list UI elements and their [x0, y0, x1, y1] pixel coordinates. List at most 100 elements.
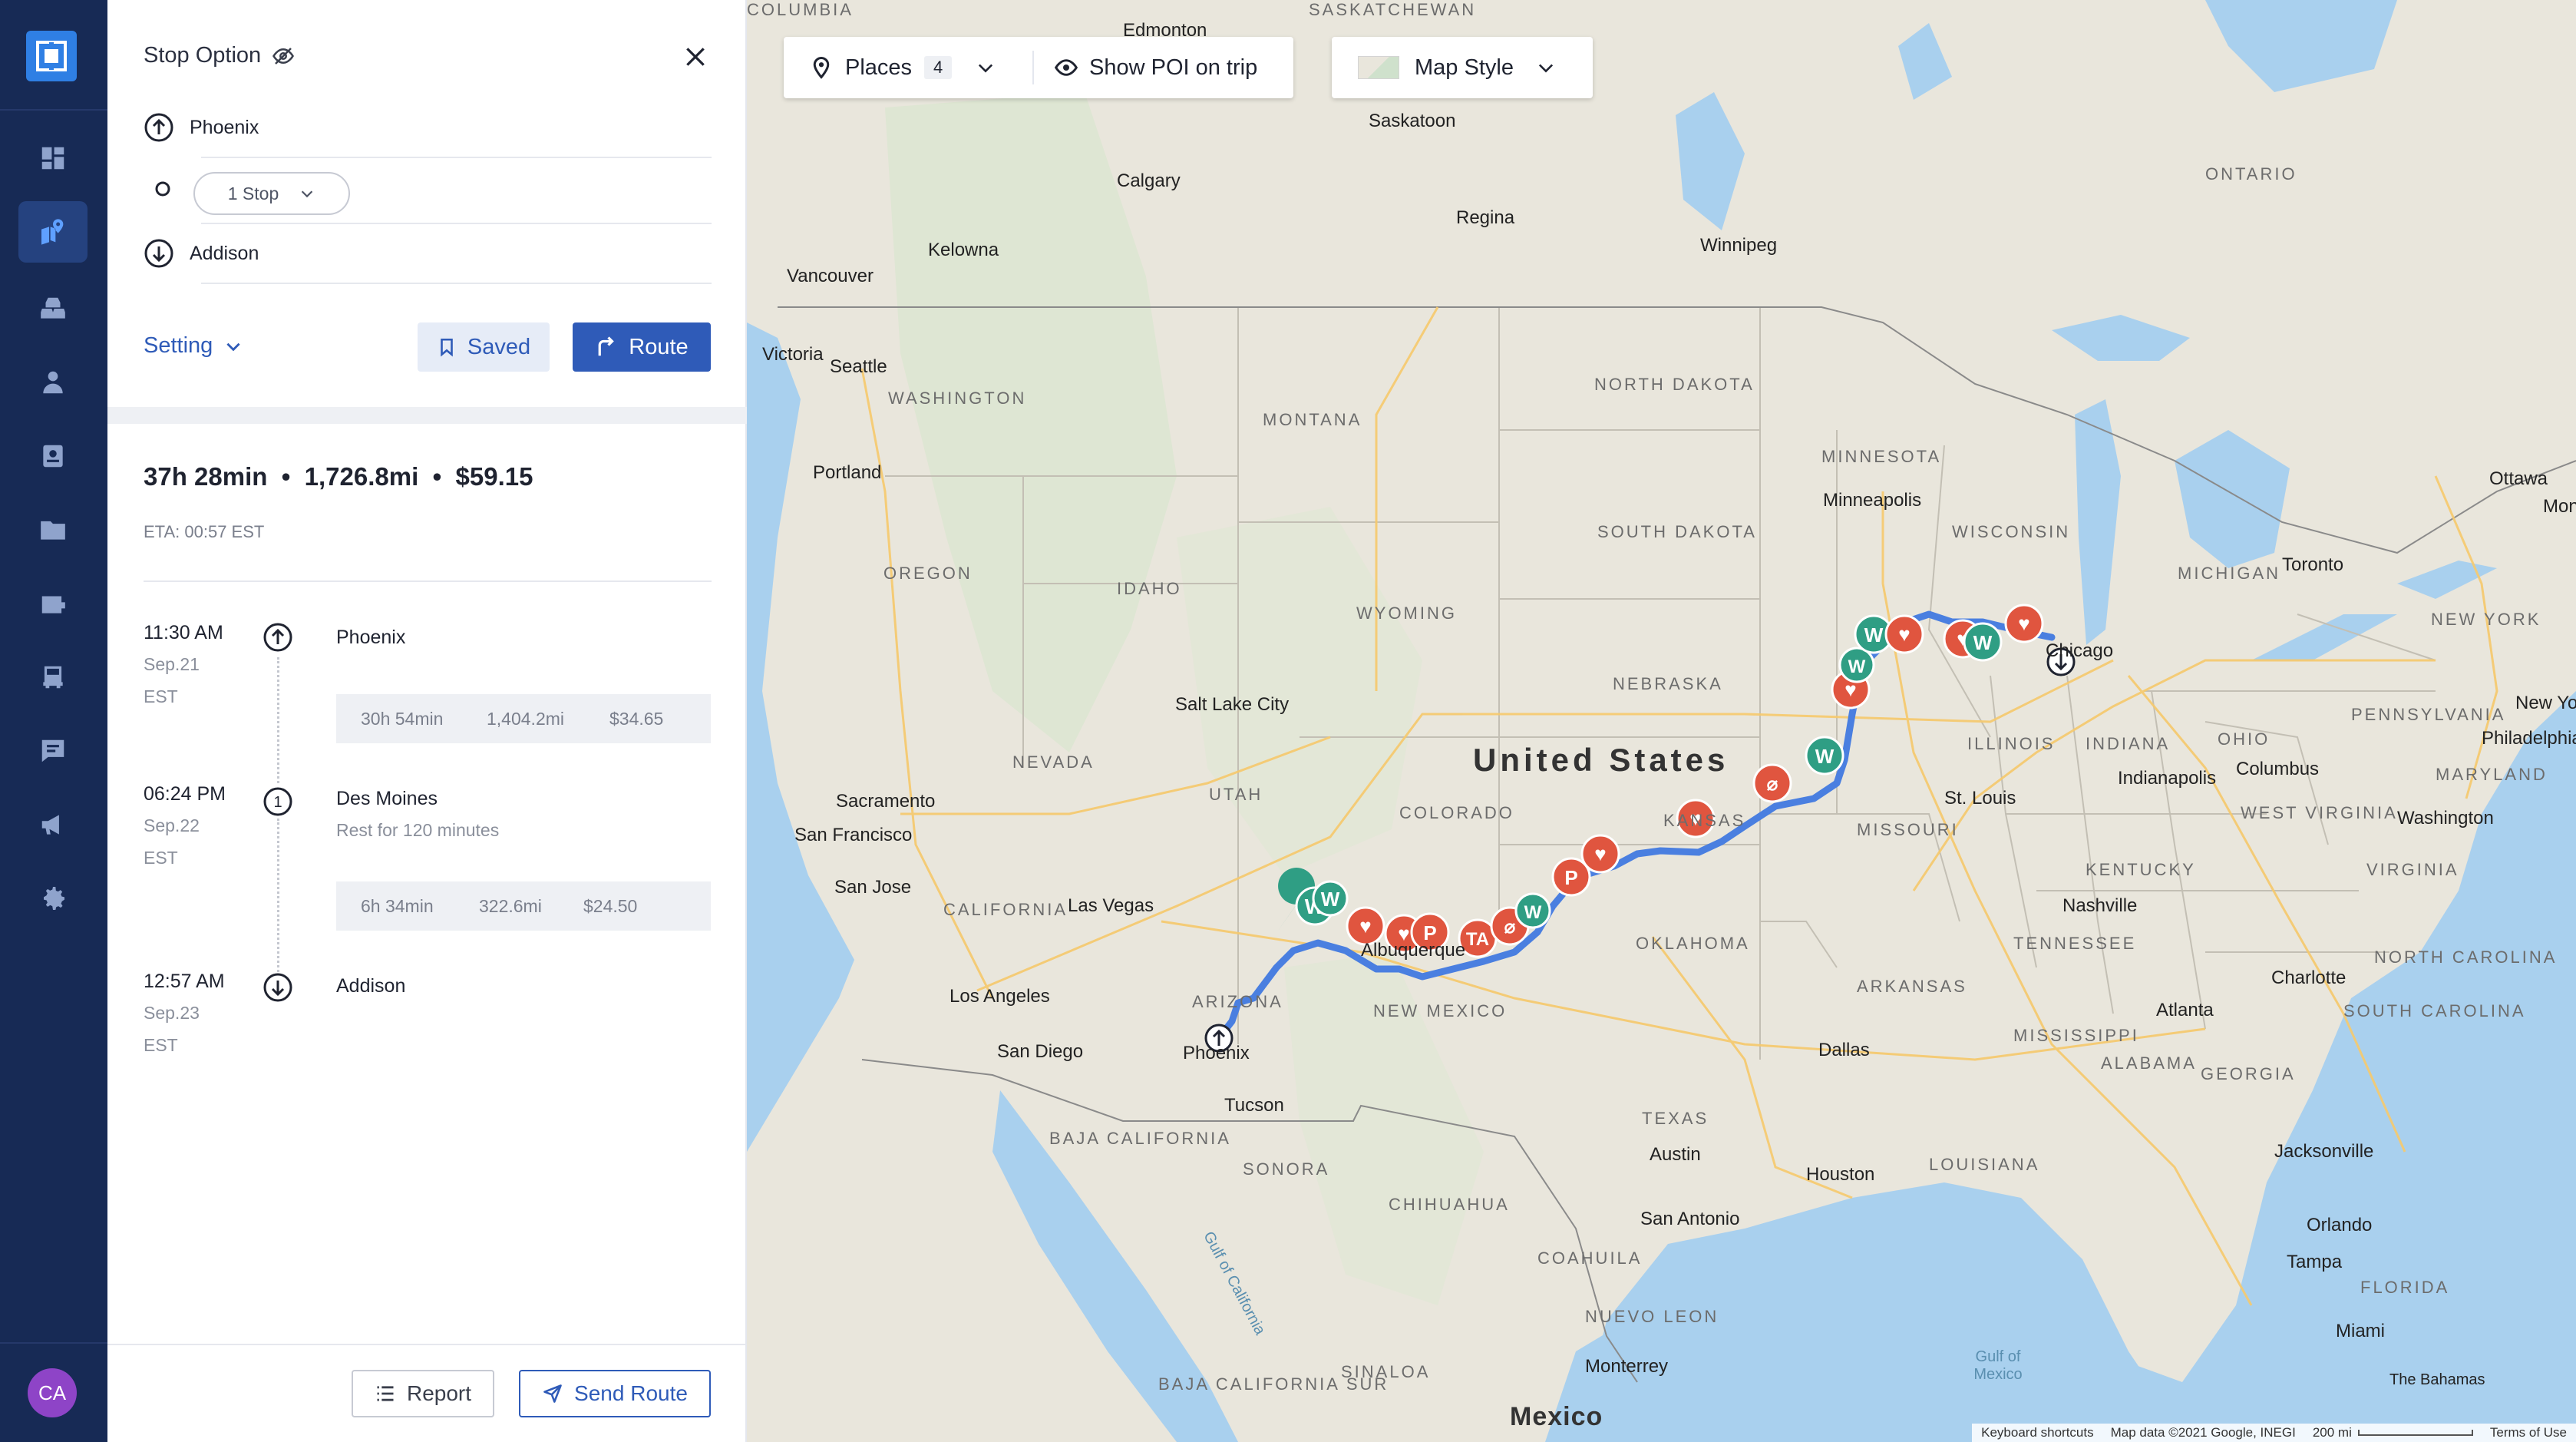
- dashboard-icon: [41, 147, 64, 170]
- places-label: Places: [845, 55, 913, 80]
- svg-text:W: W: [1815, 745, 1835, 768]
- nav-bottom-divider: [0, 1342, 107, 1344]
- map-city: Toronto: [2282, 554, 2344, 575]
- map-label: IDAHO: [1117, 579, 1182, 598]
- nav-route-planner[interactable]: [18, 201, 88, 263]
- saved-label: Saved: [467, 334, 531, 359]
- map-city: Miami: [2336, 1321, 2385, 1341]
- map-city: St. Louis: [1944, 788, 2016, 809]
- map-label: GEORGIA: [2201, 1064, 2296, 1083]
- poi-pin-wash[interactable]: W: [1805, 736, 1844, 776]
- summary-cost: $59.15: [455, 462, 533, 491]
- timeline-date: Sep.22: [144, 815, 200, 835]
- map-city: Winnipeg: [1700, 235, 1778, 256]
- nav-trucks[interactable]: [18, 647, 88, 708]
- nav-contacts[interactable]: [18, 425, 88, 487]
- poi-pin-wash[interactable]: W: [1963, 622, 2003, 662]
- nav-folder[interactable]: [18, 499, 88, 561]
- svg-text:W: W: [1321, 888, 1340, 911]
- nav-broadcast[interactable]: [18, 794, 88, 855]
- map-style-thumbnail: [1358, 56, 1399, 79]
- route-label: Route: [629, 334, 689, 359]
- poi-pin-favorite[interactable]: ♥: [1346, 906, 1385, 946]
- map-label: COLORADO: [1399, 803, 1514, 822]
- destination-arrow-down-icon: [144, 239, 173, 268]
- stops-dropdown[interactable]: 1 Stop: [193, 172, 350, 215]
- map-label: INDIANA: [2086, 734, 2171, 753]
- user-avatar[interactable]: CA: [28, 1368, 77, 1417]
- nav-fleet[interactable]: [18, 278, 88, 339]
- summary-distance: 1,726.8mi: [304, 462, 419, 491]
- map-city: Las Vegas: [1068, 895, 1154, 916]
- svg-text:♥: ♥: [1898, 623, 1910, 646]
- poi-pin-favorite[interactable]: ♥: [2004, 604, 2044, 643]
- app-logo[interactable]: [26, 31, 77, 81]
- send-route-label: Send Route: [574, 1381, 688, 1405]
- summary-bullet: •: [274, 462, 305, 491]
- places-dropdown[interactable]: Places 4: [784, 55, 1032, 81]
- map-city: Albuquerque: [1361, 940, 1466, 961]
- map-city: San Francisco: [794, 825, 913, 845]
- origin-arrow-up-icon: [144, 113, 173, 142]
- map-city: Saskatoon: [1369, 111, 1456, 131]
- contacts-icon: [43, 445, 63, 468]
- close-panel-button[interactable]: [677, 38, 714, 75]
- route-planner-icon: [41, 219, 64, 245]
- nav-dashboard[interactable]: [18, 127, 88, 189]
- map-city: Nashville: [2062, 895, 2138, 916]
- map-style-dropdown[interactable]: Map Style: [1332, 37, 1593, 98]
- summary-duration: 37h 28min: [144, 462, 268, 491]
- send-route-button[interactable]: Send Route: [519, 1370, 711, 1417]
- map-label: WISCONSIN: [1952, 522, 2071, 541]
- poi-pin-fuel[interactable]: ⌀: [1752, 763, 1792, 803]
- map-city: Houston: [1806, 1164, 1875, 1185]
- poi-pin-wash[interactable]: W: [1514, 892, 1551, 929]
- map-view[interactable]: W W ♥ ♥ P TA ⌀ W P ♥ ♥ ⌀ W ♥ W W ♥ ♥ W ♥…: [747, 0, 2576, 1442]
- chevron-down-icon: [302, 190, 313, 198]
- map-scale: 200 mi: [2313, 1425, 2473, 1440]
- map-city: Seattle: [830, 356, 887, 377]
- map-style-label: Map Style: [1415, 55, 1514, 80]
- section-separator: [107, 407, 747, 424]
- map-city: Kelowna: [928, 240, 999, 260]
- poi-pin-wash[interactable]: W: [1312, 880, 1349, 917]
- map-label: OREGON: [883, 564, 973, 583]
- timeline-time: 11:30 AM: [144, 622, 223, 643]
- timeline-stop-note: Rest for 120 minutes: [336, 820, 500, 840]
- nav-messages[interactable]: [18, 720, 88, 782]
- destination-row[interactable]: Addison: [144, 238, 712, 269]
- poi-pin-favorite[interactable]: ♥: [1884, 614, 1924, 654]
- timeline-time: 12:57 AM: [144, 971, 225, 992]
- terms-of-use-link[interactable]: Terms of Use: [2490, 1425, 2567, 1440]
- map-city: Indianapolis: [2118, 768, 2217, 789]
- nav-wallet[interactable]: [18, 573, 88, 634]
- leg-distance: 1,404.2mi: [487, 708, 565, 729]
- nav-driver[interactable]: [18, 352, 88, 413]
- map-label: SASKATCHEWAN: [1309, 0, 1477, 19]
- keyboard-shortcuts-link[interactable]: Keyboard shortcuts: [1981, 1425, 2093, 1440]
- map-label: OHIO: [2218, 729, 2271, 749]
- list-icon: [377, 1386, 394, 1401]
- map-label: NUEVO LEON: [1585, 1307, 1719, 1326]
- visibility-off-icon[interactable]: [272, 45, 295, 68]
- map-label: NORTH DAKOTA: [1594, 375, 1755, 394]
- poi-pin-favorite[interactable]: ♥: [1580, 834, 1620, 874]
- stops-divider: [201, 223, 712, 224]
- map-label: TEXAS: [1642, 1109, 1709, 1128]
- route-button[interactable]: Route: [573, 322, 711, 372]
- map-label: KENTUCKY: [2086, 860, 2196, 879]
- map-country-label: Mexico: [1510, 1402, 1603, 1431]
- saved-button[interactable]: Saved: [418, 322, 550, 372]
- location-pin-icon: [813, 56, 830, 79]
- origin-row[interactable]: Phoenix: [144, 112, 712, 143]
- broadcast-icon: [41, 815, 59, 835]
- report-button[interactable]: Report: [352, 1370, 494, 1417]
- nav-settings[interactable]: [18, 868, 88, 929]
- map-label: MISSISSIPPI: [2013, 1026, 2139, 1045]
- show-poi-toggle[interactable]: Show POI on trip: [1034, 55, 1257, 81]
- map-label: MONTANA: [1263, 410, 1362, 429]
- map-city: Monterrey: [1585, 1356, 1669, 1377]
- setting-dropdown[interactable]: Setting: [144, 333, 243, 359]
- origin-divider: [201, 157, 712, 158]
- timeline-stop-name: Phoenix: [336, 627, 406, 648]
